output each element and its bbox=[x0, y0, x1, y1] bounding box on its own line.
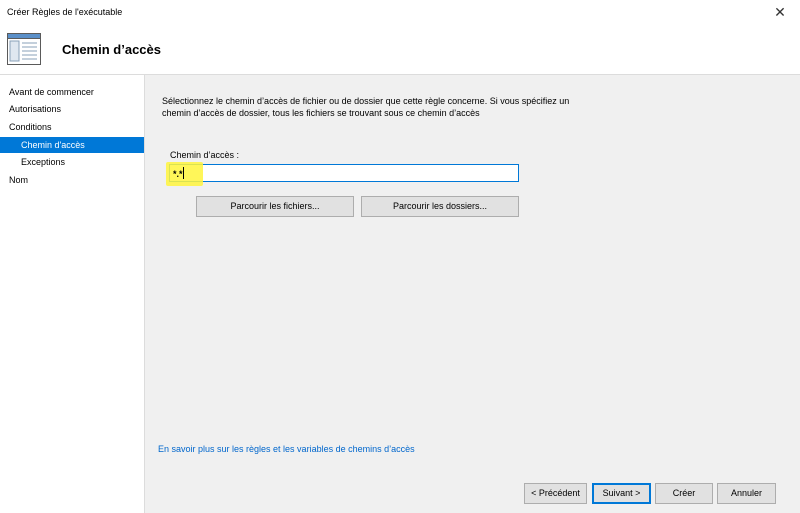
path-label: Chemin d’accès : bbox=[170, 150, 240, 160]
next-button[interactable]: Suivant > bbox=[592, 483, 651, 504]
previous-button[interactable]: < Précédent bbox=[524, 483, 587, 504]
wizard-page-icon bbox=[7, 33, 41, 65]
create-button[interactable]: Créer bbox=[655, 483, 713, 504]
sidebar-item-exceptions[interactable]: Exceptions bbox=[0, 154, 144, 170]
path-field[interactable] bbox=[169, 164, 519, 182]
wizard-content: Sélectionnez le chemin d’accès de fichie… bbox=[145, 75, 800, 513]
learn-more-link[interactable]: En savoir plus sur les règles et les var… bbox=[158, 444, 415, 454]
path-value: *.* bbox=[173, 169, 183, 179]
wizard-steps-sidebar: Avant de commencer Autorisations Conditi… bbox=[0, 75, 145, 513]
browse-folders-button[interactable]: Parcourir les dossiers... bbox=[361, 196, 519, 217]
text-caret bbox=[183, 167, 184, 179]
browse-files-button[interactable]: Parcourir les fichiers... bbox=[196, 196, 354, 217]
sidebar-item-conditions[interactable]: Conditions bbox=[0, 119, 144, 135]
sidebar-item-chemin-acces[interactable]: Chemin d'accès bbox=[0, 137, 144, 153]
wizard-header: Chemin d’accès bbox=[0, 24, 800, 75]
instructions-text: Sélectionnez le chemin d’accès de fichie… bbox=[162, 96, 570, 118]
path-input[interactable] bbox=[174, 166, 514, 180]
path-value-highlight bbox=[166, 162, 203, 186]
sidebar-item-avant-de-commencer[interactable]: Avant de commencer bbox=[0, 84, 144, 100]
close-icon[interactable]: ✕ bbox=[760, 0, 800, 24]
sidebar-item-nom[interactable]: Nom bbox=[0, 172, 144, 188]
page-title: Chemin d’accès bbox=[62, 42, 161, 57]
window-title: Créer Règles de l'exécutable bbox=[7, 7, 123, 17]
sidebar-item-autorisations[interactable]: Autorisations bbox=[0, 101, 144, 117]
title-bar: Créer Règles de l'exécutable ✕ bbox=[0, 0, 800, 24]
cancel-button[interactable]: Annuler bbox=[717, 483, 776, 504]
